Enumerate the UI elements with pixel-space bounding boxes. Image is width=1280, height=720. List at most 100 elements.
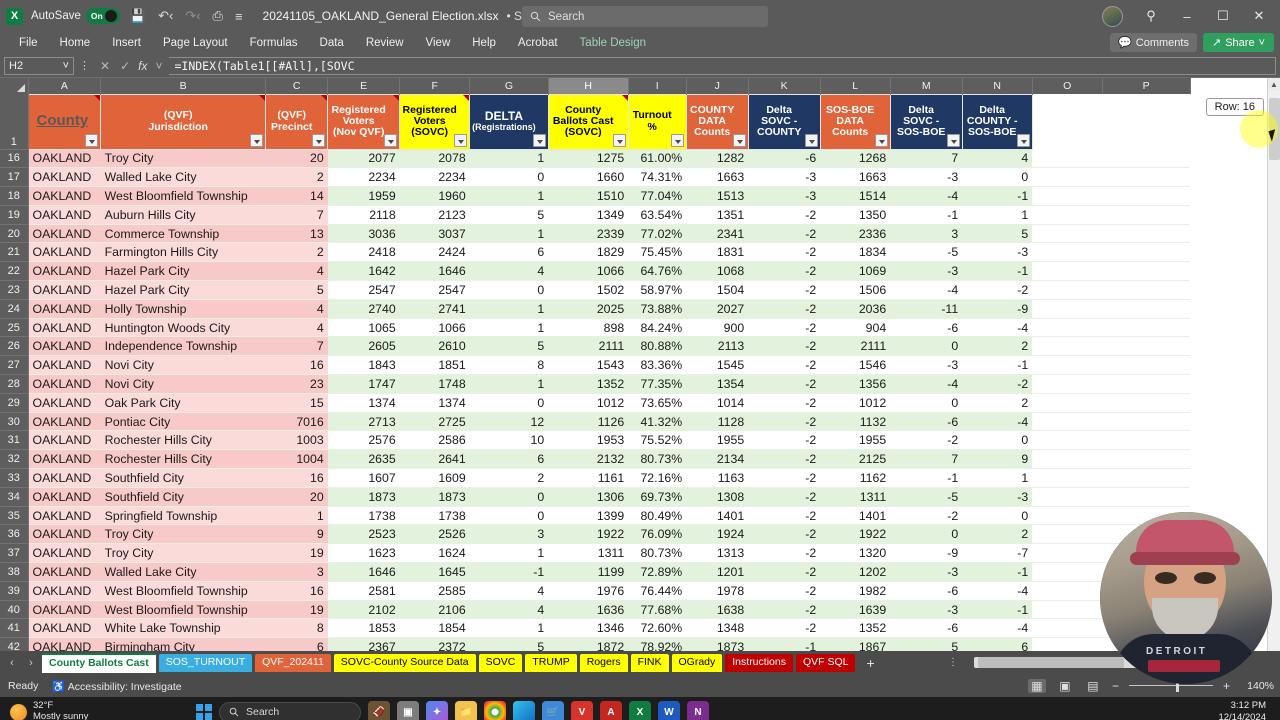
table-row[interactable]: 26 OAKLAND Independence Township 7 2605 2610 5… bbox=[0, 336, 1191, 357]
row-header-24[interactable]: 24 bbox=[0, 299, 29, 319]
cell-ballots[interactable]: 1346 bbox=[548, 618, 629, 639]
cell-reg_qvf[interactable]: 1065 bbox=[327, 318, 400, 338]
table-row[interactable]: 17 OAKLAND Walled Lake City 2 2234 2234 0 1660 7… bbox=[0, 167, 1191, 188]
cell-delta_sovc_sos[interactable]: -6 bbox=[890, 318, 963, 338]
cell-delta_county_sos[interactable]: 5 bbox=[962, 224, 1033, 244]
cell-reg_qvf[interactable]: 2102 bbox=[327, 600, 400, 620]
cell-jurisdiction[interactable]: Commerce Township bbox=[100, 224, 266, 244]
cell-O21[interactable] bbox=[1032, 242, 1103, 263]
cell-jurisdiction[interactable]: Troy City bbox=[100, 149, 266, 169]
cell-turnout[interactable]: 72.16% bbox=[628, 468, 687, 488]
cell-delta_sovc_county[interactable]: -2 bbox=[748, 487, 821, 507]
cell-county[interactable]: OAKLAND bbox=[28, 430, 101, 451]
cell-delta_county_sos[interactable]: -4 bbox=[962, 618, 1033, 639]
accessibility-status[interactable]: ♿ Accessibility: Investigate bbox=[52, 680, 181, 693]
column-header-M[interactable]: M bbox=[890, 78, 963, 94]
cell-reg_qvf[interactable]: 2234 bbox=[327, 167, 400, 188]
cell-jurisdiction[interactable]: Hazel Park City bbox=[100, 280, 266, 300]
cell-sos_counts[interactable]: 1922 bbox=[820, 524, 891, 545]
share-button[interactable]: ↗ Share ˅ bbox=[1202, 33, 1274, 52]
cell-delta_sovc_county[interactable]: -6 bbox=[748, 149, 821, 169]
cell-delta_county_sos[interactable]: -4 bbox=[962, 318, 1033, 338]
row-header-17[interactable]: 17 bbox=[0, 167, 29, 188]
cell-turnout[interactable]: 75.52% bbox=[628, 430, 687, 451]
cell-turnout[interactable]: 73.88% bbox=[628, 299, 687, 319]
ribbon-tab-formulas[interactable]: Formulas bbox=[239, 32, 309, 54]
cell-county_counts[interactable]: 1128 bbox=[686, 412, 749, 432]
cell-reg_qvf[interactable]: 1738 bbox=[327, 506, 400, 526]
cell-reg_qvf[interactable]: 1607 bbox=[327, 468, 400, 488]
cell-reg_sovc[interactable]: 1646 bbox=[399, 261, 470, 282]
task-view-icon[interactable]: ▣ bbox=[397, 701, 419, 720]
cell-county_counts[interactable]: 1163 bbox=[686, 468, 749, 488]
select-all-corner[interactable] bbox=[0, 78, 29, 94]
cell-delta_sovc_sos[interactable]: -3 bbox=[890, 167, 963, 188]
cell-delta_sovc_sos[interactable]: -3 bbox=[890, 355, 963, 376]
cell-O25[interactable] bbox=[1032, 318, 1103, 338]
cell-county[interactable]: OAKLAND bbox=[28, 562, 101, 582]
cell-delta_reg[interactable]: -1 bbox=[469, 562, 549, 582]
cell-county_counts[interactable]: 2134 bbox=[686, 449, 749, 470]
column-header-B[interactable]: B bbox=[100, 78, 267, 94]
row-header-19[interactable]: 19 bbox=[0, 205, 29, 225]
cell-delta_county_sos[interactable]: -4 bbox=[962, 412, 1033, 432]
cell-P23[interactable] bbox=[1102, 280, 1191, 300]
cell-county_counts[interactable]: 1068 bbox=[686, 261, 749, 282]
row-header-36[interactable]: 36 bbox=[0, 524, 29, 545]
cell-delta_reg[interactable]: 0 bbox=[469, 280, 549, 300]
table-row[interactable]: 39 OAKLAND West Bloomfield Township 16 2581 2… bbox=[0, 581, 1191, 601]
autosave-switch[interactable]: On bbox=[85, 8, 120, 24]
cell-reg_qvf[interactable]: 2605 bbox=[327, 336, 400, 357]
cell-O29[interactable] bbox=[1032, 393, 1103, 413]
cell-delta_sovc_county[interactable]: -2 bbox=[748, 618, 821, 639]
cell-reg_qvf[interactable]: 2418 bbox=[327, 242, 400, 263]
cell-jurisdiction[interactable]: Troy City bbox=[100, 524, 266, 545]
cell-delta_sovc_county[interactable]: -2 bbox=[748, 205, 821, 225]
cell-turnout[interactable]: 77.02% bbox=[628, 224, 687, 244]
cell-delta_county_sos[interactable]: -1 bbox=[962, 600, 1033, 620]
cell-county_counts[interactable]: 1401 bbox=[686, 506, 749, 526]
cell-jurisdiction[interactable]: Novi City bbox=[100, 355, 266, 376]
row-header-28[interactable]: 28 bbox=[0, 374, 29, 394]
cell-reg_sovc[interactable]: 1374 bbox=[399, 393, 470, 413]
sheet-tab-instructions[interactable]: Instructions bbox=[725, 654, 793, 672]
cell-delta_reg[interactable]: 3 bbox=[469, 524, 549, 545]
cell-O31[interactable] bbox=[1032, 430, 1103, 451]
cell-turnout[interactable]: 77.35% bbox=[628, 374, 687, 394]
cell-county_counts[interactable]: 1978 bbox=[686, 581, 749, 601]
cell-precinct[interactable]: 14 bbox=[265, 186, 328, 206]
cell-ballots[interactable]: 1953 bbox=[548, 430, 629, 451]
cell-delta_reg[interactable]: 4 bbox=[469, 600, 549, 620]
cell-precinct[interactable]: 4 bbox=[265, 318, 328, 338]
cell-delta_reg[interactable]: 6 bbox=[469, 242, 549, 263]
cell-jurisdiction[interactable]: West Bloomfield Township bbox=[100, 581, 266, 601]
cell-P19[interactable] bbox=[1102, 205, 1191, 225]
cell-ballots[interactable]: 1399 bbox=[548, 506, 629, 526]
cell-delta_county_sos[interactable]: 6 bbox=[962, 637, 1033, 651]
cell-turnout[interactable]: 77.04% bbox=[628, 186, 687, 206]
cell-reg_qvf[interactable]: 2581 bbox=[327, 581, 400, 601]
header-sos-boe-data-counts[interactable]: SOS-BOE DATA Counts bbox=[819, 93, 891, 150]
cell-delta_county_sos[interactable]: -1 bbox=[962, 261, 1033, 282]
cell-O42[interactable] bbox=[1032, 637, 1103, 651]
sheet-tab-qvf-202411[interactable]: QVF_202411 bbox=[255, 654, 331, 672]
cell-delta_sovc_county[interactable]: -2 bbox=[748, 581, 821, 601]
cell-ballots[interactable]: 2132 bbox=[548, 449, 629, 470]
search-input[interactable]: Search bbox=[522, 6, 768, 27]
cell-ballots[interactable]: 1306 bbox=[548, 487, 629, 507]
table-row[interactable]: 27 OAKLAND Novi City 16 1843 1851 8 1543 83.36% 1… bbox=[0, 355, 1191, 376]
cell-county_counts[interactable]: 2113 bbox=[686, 336, 749, 357]
minimize-button[interactable]: – bbox=[1170, 1, 1204, 31]
cell-O19[interactable] bbox=[1032, 205, 1103, 225]
cell-ballots[interactable]: 1066 bbox=[548, 261, 629, 282]
cell-county[interactable]: OAKLAND bbox=[28, 637, 101, 651]
cell-ballots[interactable]: 898 bbox=[548, 318, 629, 338]
cell-reg_sovc[interactable]: 2547 bbox=[399, 280, 470, 300]
cell-P17[interactable] bbox=[1102, 167, 1191, 188]
cell-reg_qvf[interactable]: 3036 bbox=[327, 224, 400, 244]
cell-county[interactable]: OAKLAND bbox=[28, 581, 101, 601]
row-header-18[interactable]: 18 bbox=[0, 186, 29, 206]
ribbon-tab-review[interactable]: Review bbox=[355, 32, 415, 54]
cell-delta_sovc_county[interactable]: -2 bbox=[748, 430, 821, 451]
ribbon-tab-acrobat[interactable]: Acrobat bbox=[507, 32, 569, 54]
